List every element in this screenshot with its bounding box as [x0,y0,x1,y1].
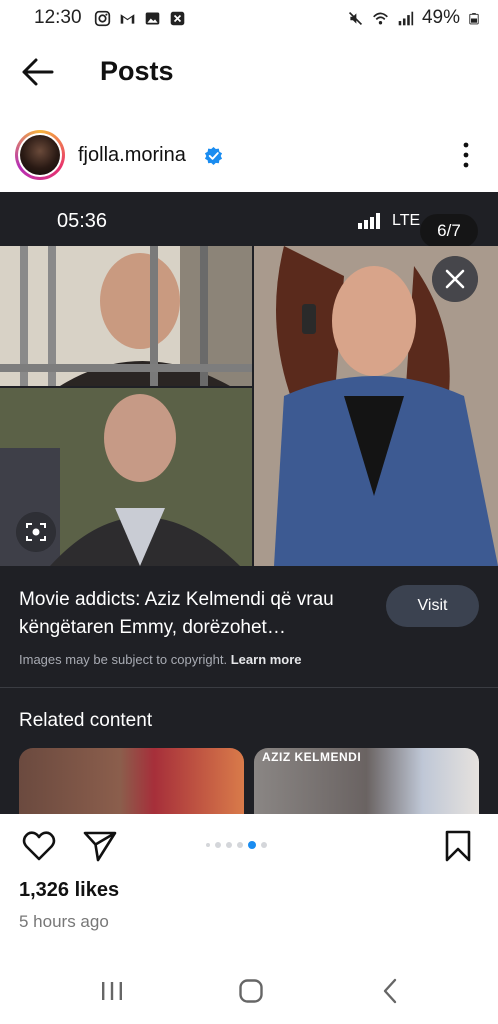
post-actions [0,826,498,870]
instagram-icon [94,10,110,26]
related-card-2[interactable]: AZIZ KELMENDI [254,748,479,814]
gallery-icon [145,12,159,24]
copyright-text: Images may be subject to copyright. [19,652,228,667]
carousel-dot-active [248,841,256,849]
visit-button[interactable]: Visit [386,585,479,627]
embedded-network: LTE [392,212,421,229]
battery-percent: 49% [421,7,460,28]
back-chevron-icon[interactable] [380,978,400,1004]
send-icon[interactable] [83,830,117,862]
gmail-icon [120,13,134,24]
close-notification-icon [170,11,184,25]
mute-icon [348,11,363,25]
status-time: 12:30 [34,7,82,28]
carousel-dot [226,842,232,848]
carousel-dot [206,843,210,847]
recent-apps-icon[interactable] [100,980,124,1002]
related-card-1[interactable] [19,748,244,814]
wifi-icon [373,12,388,24]
embedded-status-bar: 05:36 LTE 6/7 [0,192,498,248]
embedded-signal-icon [358,213,380,229]
post-timestamp: 5 hours ago [19,912,109,931]
copyright-notice: Images may be subject to copyright. Lear… [19,652,302,667]
page-title: Posts [100,56,174,86]
bookmark-icon[interactable] [444,830,472,862]
signal-icon [398,11,414,25]
photo-man-behind-bars [0,246,252,386]
status-bar: 12:30 49% [0,0,498,36]
divider [0,687,498,688]
avatar[interactable] [15,130,65,180]
arrow-left-icon[interactable] [20,56,56,88]
battery-icon [469,12,479,24]
carousel-indicator [206,841,267,849]
image-counter: 6/7 [420,214,478,248]
carousel-dot [261,842,267,848]
carousel-dot [215,842,221,848]
result-caption: Movie addicts: Aziz Kelmendi që vrau kën… [19,589,334,638]
close-icon[interactable] [432,256,478,302]
carousel-dot [237,842,243,848]
more-vertical-icon[interactable] [460,142,472,168]
post-author-row: fjolla.morina [0,128,498,184]
home-icon[interactable] [238,978,264,1004]
embedded-time: 05:36 [57,210,108,232]
post-image[interactable]: 05:36 LTE 6/7 Movie addicts: Aziz Kelmen… [0,192,498,814]
author-username[interactable]: fjolla.morina [78,144,186,167]
heart-icon[interactable] [22,830,56,862]
related-content-title: Related content [19,710,153,731]
likes-count[interactable]: 1,326 likes [19,879,119,902]
learn-more-link[interactable]: Learn more [231,652,302,667]
verified-badge-icon [204,146,223,165]
system-nav-bar [0,968,498,1024]
page-header: Posts [0,46,498,100]
related-card-label: AZIZ KELMENDI [262,750,362,764]
lens-search-icon[interactable] [16,512,56,552]
